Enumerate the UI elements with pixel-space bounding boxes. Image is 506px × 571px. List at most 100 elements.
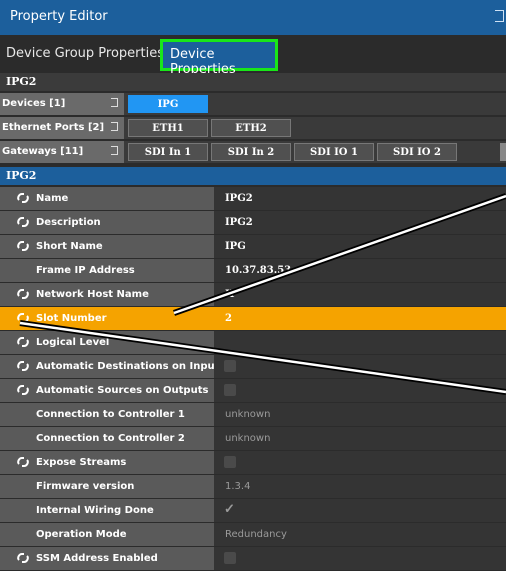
property-name-cell: Short Name bbox=[0, 235, 214, 258]
scroll-right-handle[interactable] bbox=[500, 143, 506, 161]
property-value-cell[interactable]: 10.37.83.53 bbox=[214, 259, 506, 282]
gateways-filter-row: Gateways [11] SDI In 1 SDI In 2 SDI IO 1… bbox=[0, 141, 506, 163]
property-row[interactable]: Logical Level bbox=[0, 331, 506, 355]
property-name: Description bbox=[36, 217, 101, 228]
property-row[interactable]: Internal Wiring Done ✓ bbox=[0, 499, 506, 523]
property-checkbox[interactable] bbox=[224, 456, 236, 468]
popout-icon[interactable] bbox=[111, 122, 118, 131]
property-value-cell[interactable]: IPG2 bbox=[214, 187, 506, 210]
property-name-cell: Connection to Controller 1 bbox=[0, 403, 214, 426]
gateway-chip-sdi-in-2[interactable]: SDI In 2 bbox=[211, 143, 291, 161]
property-value-cell[interactable] bbox=[214, 451, 506, 474]
group-name: IPG2 bbox=[6, 75, 37, 88]
property-value-cell[interactable]: IPG bbox=[214, 235, 506, 258]
property-name: Expose Streams bbox=[36, 457, 127, 468]
tab-bar: Device Group Properties Device Propertie… bbox=[0, 35, 506, 77]
link-icon[interactable] bbox=[16, 239, 30, 253]
link-icon[interactable] bbox=[16, 191, 30, 205]
property-value: IP bbox=[225, 289, 238, 300]
link-icon[interactable] bbox=[16, 215, 30, 229]
property-row[interactable]: Firmware version 1.3.4 bbox=[0, 475, 506, 499]
property-value-cell[interactable] bbox=[214, 379, 506, 402]
link-icon[interactable] bbox=[16, 359, 30, 373]
link-icon[interactable] bbox=[16, 335, 30, 349]
link-icon[interactable] bbox=[16, 455, 30, 469]
property-checkbox[interactable] bbox=[224, 360, 236, 372]
property-value-cell[interactable]: unknown bbox=[214, 427, 506, 450]
property-name: Connection to Controller 2 bbox=[36, 433, 185, 444]
gateway-chip-sdi-io-1[interactable]: SDI IO 1 bbox=[294, 143, 374, 161]
title-bar: Property Editor bbox=[0, 0, 506, 35]
device-chip-ipg[interactable]: IPG bbox=[128, 95, 208, 113]
property-checkbox[interactable] bbox=[224, 552, 236, 564]
port-chip-eth2[interactable]: ETH2 bbox=[211, 119, 291, 137]
section-header: IPG2 bbox=[0, 167, 506, 185]
property-row[interactable]: Automatic Sources on Outputs bbox=[0, 379, 506, 403]
property-name: Operation Mode bbox=[36, 529, 127, 540]
property-row[interactable]: Expose Streams bbox=[0, 451, 506, 475]
property-value: unknown bbox=[225, 433, 271, 444]
property-name-cell: Expose Streams bbox=[0, 451, 214, 474]
property-name-cell: Logical Level bbox=[0, 331, 214, 354]
popout-icon[interactable] bbox=[111, 98, 118, 107]
property-row[interactable]: Automatic Destinations on Inputs bbox=[0, 355, 506, 379]
popout-icon[interactable] bbox=[111, 146, 118, 155]
devices-filter-row: Devices [1] IPG bbox=[0, 93, 506, 115]
property-value: 10.37.83.53 bbox=[225, 265, 292, 276]
gateway-chip-sdi-in-1[interactable]: SDI In 1 bbox=[128, 143, 208, 161]
property-name: Automatic Destinations on Inputs bbox=[36, 361, 226, 372]
property-row[interactable]: Frame IP Address 10.37.83.53 bbox=[0, 259, 506, 283]
gateway-chip-sdi-io-2[interactable]: SDI IO 2 bbox=[377, 143, 457, 161]
property-name: Automatic Sources on Outputs bbox=[36, 385, 209, 396]
property-name-cell: Connection to Controller 2 bbox=[0, 427, 214, 450]
property-value-cell[interactable]: 1.3.4 bbox=[214, 475, 506, 498]
property-name-cell: Automatic Destinations on Inputs bbox=[0, 355, 225, 378]
property-name: Name bbox=[36, 193, 69, 204]
devices-label-text: Devices [1] bbox=[2, 98, 66, 109]
property-row[interactable]: Name IPG2 bbox=[0, 187, 506, 211]
property-name-cell: Internal Wiring Done bbox=[0, 499, 214, 522]
property-name-cell: Frame IP Address bbox=[0, 259, 214, 282]
property-name-cell: Network Host Name bbox=[0, 283, 214, 306]
property-checkbox[interactable] bbox=[224, 384, 236, 396]
link-icon[interactable] bbox=[16, 551, 30, 565]
popout-icon[interactable] bbox=[495, 10, 504, 22]
property-value-cell[interactable] bbox=[214, 331, 506, 354]
property-value-cell[interactable]: IPG2 bbox=[214, 211, 506, 234]
tab-device-properties[interactable]: Device Properties bbox=[160, 39, 278, 77]
property-value-cell[interactable]: ✓ bbox=[214, 499, 506, 522]
link-icon[interactable] bbox=[16, 287, 30, 301]
property-row[interactable]: SSM Address Enabled bbox=[0, 547, 506, 571]
link-icon[interactable] bbox=[16, 311, 30, 325]
property-row[interactable]: Connection to Controller 1 unknown bbox=[0, 403, 506, 427]
property-name: Firmware version bbox=[36, 481, 135, 492]
gateways-label-text: Gateways [11] bbox=[2, 146, 84, 157]
ethernet-ports-label: Ethernet Ports [2] bbox=[0, 117, 124, 139]
property-row[interactable]: Operation Mode Redundancy bbox=[0, 523, 506, 547]
property-value-cell[interactable]: unknown bbox=[214, 403, 506, 426]
property-value-cell[interactable]: IP bbox=[214, 283, 506, 306]
link-icon[interactable] bbox=[16, 383, 30, 397]
property-row[interactable]: Description IPG2 bbox=[0, 211, 506, 235]
property-row[interactable]: Short Name IPG bbox=[0, 235, 506, 259]
property-value: unknown bbox=[225, 409, 271, 420]
property-name: Network Host Name bbox=[36, 289, 149, 300]
property-value: IPG2 bbox=[225, 193, 253, 204]
property-row[interactable]: Slot Number 2 bbox=[0, 307, 506, 331]
property-name-cell: Firmware version bbox=[0, 475, 214, 498]
property-value: IPG2 bbox=[225, 217, 253, 228]
property-name: Logical Level bbox=[36, 337, 110, 348]
property-row[interactable]: Network Host Name IP bbox=[0, 283, 506, 307]
port-chip-eth1[interactable]: ETH1 bbox=[128, 119, 208, 137]
property-name-cell: Name bbox=[0, 187, 214, 210]
property-value-cell[interactable]: Redundancy bbox=[214, 523, 506, 546]
property-name-cell: Operation Mode bbox=[0, 523, 214, 546]
property-value: IPG bbox=[225, 241, 246, 252]
property-row[interactable]: Connection to Controller 2 unknown bbox=[0, 427, 506, 451]
property-value-cell[interactable] bbox=[214, 355, 506, 378]
property-value: 1.3.4 bbox=[225, 481, 251, 492]
property-name: Internal Wiring Done bbox=[36, 505, 154, 516]
gateways-label: Gateways [11] bbox=[0, 141, 124, 163]
tab-device-group-properties[interactable]: Device Group Properties bbox=[6, 46, 164, 61]
property-value-cell[interactable]: 2 bbox=[214, 307, 506, 330]
